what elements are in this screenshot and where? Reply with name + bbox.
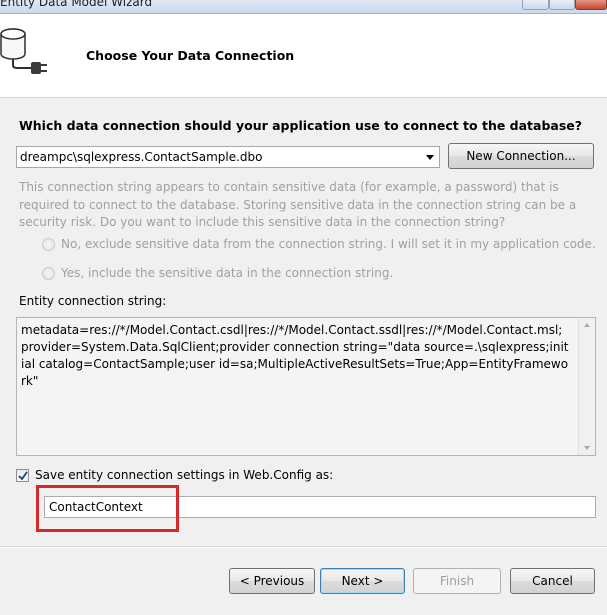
window-titlebar: Entity Data Model Wizard [0, 0, 607, 14]
data-connection-dropdown[interactable]: dreampc\sqlexpress.ContactSample.dbo [16, 146, 440, 168]
footer-separator [0, 546, 607, 548]
finish-button[interactable]: Finish [413, 568, 501, 594]
entity-connection-string: metadata=res://*/Model.Contact.csdl|res:… [21, 323, 569, 388]
previous-button[interactable]: < Previous [229, 568, 315, 594]
next-button[interactable]: Next > [320, 568, 405, 594]
radio-button[interactable] [42, 267, 55, 280]
sensitive-data-description: This connection string appears to contai… [19, 180, 577, 229]
window-title: Entity Data Model Wizard [0, 0, 153, 9]
page-heading: Choose Your Data Connection [86, 48, 295, 63]
cancel-button[interactable]: Cancel [510, 568, 595, 594]
save-settings-label: Save entity connection settings in Web.C… [35, 468, 334, 482]
chevron-down-icon [426, 155, 434, 160]
vertical-scrollbar[interactable] [578, 318, 595, 455]
save-settings-checkbox[interactable] [16, 469, 29, 482]
database-plug-icon [0, 18, 56, 82]
scroll-down-icon[interactable] [584, 446, 590, 450]
minimize-button[interactable] [522, 0, 549, 10]
radio-button[interactable] [42, 238, 55, 251]
entity-connection-textbox[interactable]: metadata=res://*/Model.Contact.csdl|res:… [16, 317, 596, 456]
wizard-header: Choose Your Data Connection [0, 14, 607, 98]
red-highlight-annotation [36, 485, 179, 532]
include-sensitive-label: Yes, include the sensitive data in the c… [61, 266, 394, 280]
entity-connection-label: Entity connection string: [19, 294, 167, 308]
checkmark-icon [18, 471, 28, 481]
scroll-up-icon[interactable] [584, 323, 590, 327]
selected-connection: dreampc\sqlexpress.ContactSample.dbo [20, 150, 263, 164]
maximize-button[interactable] [549, 0, 575, 10]
connection-question: Which data connection should your applic… [19, 118, 583, 133]
close-button[interactable] [575, 0, 607, 10]
exclude-sensitive-label: No, exclude sensitive data from the conn… [61, 237, 596, 251]
new-connection-button[interactable]: New Connection... [448, 143, 594, 169]
